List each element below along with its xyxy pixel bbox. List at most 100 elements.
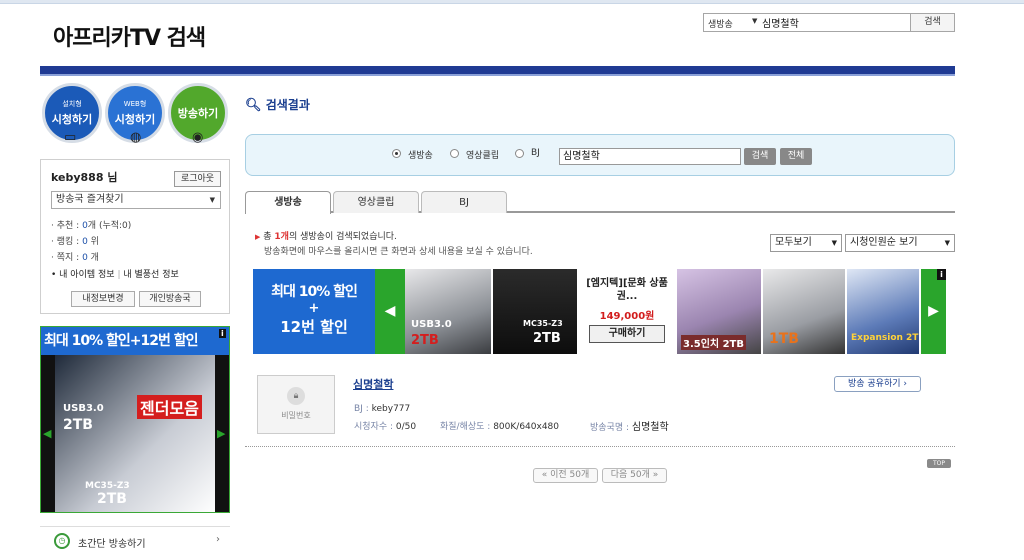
result-divider [245,446,955,447]
top-search-input[interactable] [762,15,912,30]
result-search-input[interactable]: 심명철학 [559,148,741,165]
favorites-select[interactable]: 방송국 즐겨찾기 ▼ [51,191,221,209]
my-station-button[interactable]: 개인방송국 [139,291,201,307]
logout-button[interactable]: 로그아웃 [174,171,221,187]
result-thumbnail[interactable]: 🔒︎ 비밀번호 [257,375,335,434]
quality-value: 800K/640x480 [493,422,559,432]
edit-info-button[interactable]: 내정보변경 [71,291,135,307]
left-ad-prev-arrow[interactable]: ◀ [43,427,51,440]
side-menu-label: 초간단 방송하기 [78,539,146,550]
result-all-button[interactable]: 전체 [780,148,812,165]
user-name: keby888 님 [51,171,118,184]
featured-price: 149,000원 [599,311,655,322]
prod1-cap2: 2TB [411,333,439,348]
result-search-button[interactable]: 검색 [744,148,776,165]
top-border [0,0,1024,4]
install-watch-label: 시청하기 [51,113,93,126]
triangle-icon: ▶ [255,233,261,241]
prod2-cap: MC35-Z3 [523,319,563,328]
chevron-right-icon: › [216,534,220,545]
tab-clip[interactable]: 영상클립 [333,191,419,213]
search-filter-box: 생방송 영상클립 BJ 심명철학 검색 전체 [245,134,955,176]
banner-promo-line1: 최대 10% 할인 [271,284,358,300]
header-divider-bar [40,66,955,76]
view-filter-select[interactable]: 모두보기 ▼ [770,234,842,252]
station-label: 방송국명 : [590,423,630,433]
chevron-down-icon[interactable]: ▼ [752,17,757,25]
banner-product-2[interactable]: MC35-Z3 2TB [493,269,577,354]
prod3-cap: 3.5인치 2TB [681,335,746,350]
banner-product-1[interactable]: USB3.0 2TB [405,269,491,354]
share-button[interactable]: 방송 공유하기 › [834,376,921,392]
result-tabs: 생방송 영상클립 BJ [245,191,955,214]
next-page-button[interactable]: 다음 50개 » [602,468,667,483]
monitor-icon: ▭ [64,130,77,145]
ranking-stat: · 랭킹 : 0 위 [51,234,99,247]
result-summary: ▶ 총 1개의 생방송이 검색되었습니다. [255,229,397,242]
left-ad-headline: 최대 10% 할인+12번 할인 [41,327,229,355]
item-info-link[interactable]: • 내 아이템 정보 [51,270,115,280]
sort-filter-select[interactable]: 시청인원순 보기 ▼ [845,234,955,252]
ad-info-icon[interactable]: i [219,329,226,338]
recommend-label: · 추천 : [51,221,80,231]
banner-prev-arrow[interactable]: ◀ [375,269,405,354]
result-title-link[interactable]: 심명철학 [353,376,393,392]
globe-icon: ◍ [130,130,142,145]
lock-icon: 🔒︎ [287,387,305,405]
site-logo[interactable]: 아프리카TV 검색 [53,20,206,52]
banner-product-3[interactable]: 3.5인치 2TB [677,269,761,354]
broadcast-label: 방송하기 [177,107,219,120]
summary-pre: 총 [263,232,272,242]
top-search-button[interactable]: 검색 [910,14,954,31]
tab-bj[interactable]: BJ [421,191,507,213]
radio-bj[interactable] [515,149,524,158]
prod2-cap2: 2TB [533,331,561,346]
balloon-info-link[interactable]: 내 별풍선 정보 [123,270,178,280]
banner-next-arrow[interactable]: ▶ [921,269,946,354]
search-category-select[interactable]: 생방송 [708,17,733,30]
web-watch-sub: WEB형 [123,100,147,108]
radio-clip[interactable] [450,149,459,158]
summary-count: 1개 [274,232,289,242]
left-ad-cap1: USB3.0 [63,403,104,414]
prev-page-button[interactable]: « 이전 50개 [533,468,598,483]
bj-value[interactable]: keby777 [372,404,411,414]
viewers-value: 0/50 [395,422,417,432]
thumbnail-lock-text: 비밀번호 [281,411,311,420]
tab-live[interactable]: 생방송 [245,191,331,214]
radio-live[interactable] [392,149,401,158]
prod5-cap: Expansion 2T [851,333,919,343]
ranking-value: 0 [82,237,88,247]
side-menu-broadcast[interactable]: ◷ 초간단 방송하기 › [40,526,230,560]
note-unit: 개 [90,253,99,263]
banner-featured[interactable]: [엠지텍][문화 상품권... 149,000원 구매하기 [579,269,675,354]
banner-product-4[interactable]: 1TB [763,269,845,354]
viewers-label: 시청자수 : [354,422,394,432]
left-ad-cap4: MC35-Z3 [85,481,130,491]
left-ad-cap5: 2TB [97,491,127,507]
result-quality: 화질/해상도 : 800K/640x480 [440,419,559,432]
note-stat: · 쪽지 : 0 개 [51,250,99,263]
note-value: 0 [82,253,88,263]
station-value[interactable]: 심명철학 [632,422,669,433]
ad-info-icon[interactable]: i [937,269,946,280]
camera-icon: ◉ [192,130,204,145]
result-viewers: 시청자수 : 0/50 [354,419,416,432]
top-search-bar: 생방송 ▼ 검색 [703,13,955,32]
recommend-stat: · 추천 : 0개 (누적:0) [51,218,131,231]
results-title-text: 검색결과 [265,98,310,112]
search-icon: 🔍︎ [245,98,262,113]
result-station: 방송국명 : 심명철학 [590,418,669,433]
left-ad-next-arrow[interactable]: ▶ [217,427,225,440]
radio-live-label: 생방송 [408,151,433,161]
radio-clip-label: 영상클립 [466,151,500,161]
left-ad-banner[interactable]: 최대 10% 할인+12번 할인 USB3.0 2TB 젠더모음 MC35-Z3… [40,326,230,513]
prod1-cap1: USB3.0 [411,319,452,330]
product-banner[interactable]: 최대 10% 할인 + 12번 할인 ◀ USB3.0 2TB MC35-Z3 … [253,269,946,354]
left-ad-cap3: 젠더모음 [137,395,202,419]
note-label: · 쪽지 : [51,253,80,263]
banner-promo-line2: + [308,301,320,316]
top-button[interactable]: TOP [927,459,951,468]
buy-button[interactable]: 구매하기 [589,325,665,343]
banner-product-5[interactable]: Expansion 2T [847,269,919,354]
